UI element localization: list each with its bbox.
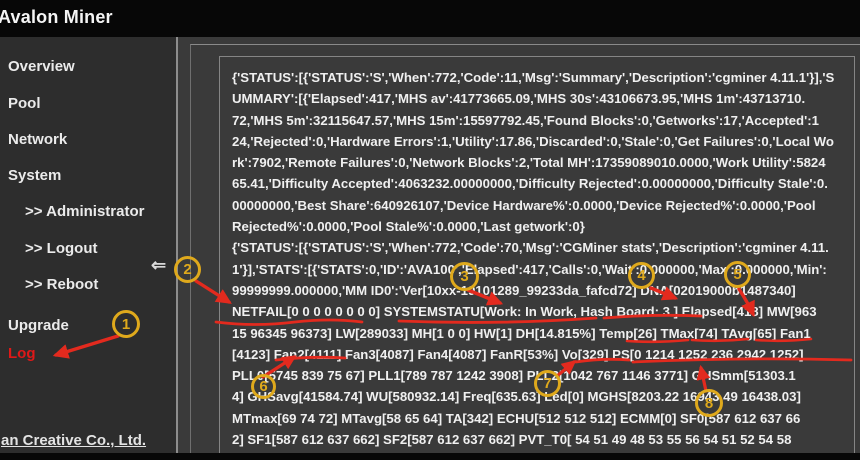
log-line: NETFAIL[0 0 0 0 0 0 0 0] SYSTEMSTATU[Wor…	[232, 301, 852, 322]
sidebar-item-log[interactable]: Log	[8, 345, 36, 362]
log-line: 1'}],'STATS':[{'STATS':0,'ID':'AVA100','…	[232, 259, 852, 280]
log-line: PLL0[5745 839 75 67] PLL1[789 787 1242 3…	[232, 365, 852, 386]
log-line: 00000000,'Best Share':640926107,'Device …	[232, 195, 852, 216]
log-box[interactable]: {'STATUS':[{'STATUS':'S','When':772,'Cod…	[219, 56, 855, 460]
bottom-bar	[0, 453, 860, 460]
sidebar-item-upgrade[interactable]: Upgrade	[8, 317, 69, 334]
log-line: {'STATUS':[{'STATUS':'S','When':772,'Cod…	[232, 67, 852, 88]
top-bar: Avalon Miner	[0, 0, 860, 37]
sidebar-item-overview[interactable]: Overview	[8, 58, 75, 75]
log-line: [4123] Fan2[4111] Fan3[4087] Fan4[4087] …	[232, 344, 852, 365]
sidebar-item-pool[interactable]: Pool	[8, 95, 41, 112]
log-line: MTmax[69 74 72] MTavg[58 65 64] TA[342] …	[232, 408, 852, 429]
sidebar-item-system[interactable]: System	[8, 167, 61, 184]
sidebar: Overview Pool Network System >> Administ…	[0, 37, 176, 453]
sidebar-divider	[176, 37, 178, 453]
log-line: 4] GHSavg[41584.74] WU[580932.14] Freq[6…	[232, 386, 852, 407]
log-line: rk':7902,'Remote Failures':0,'Network Bl…	[232, 152, 852, 173]
log-line: 15 96345 96373] LW[289033] MH[1 0 0] HW[…	[232, 323, 852, 344]
log-line: Rejected%':0.0000,'Pool Stale%':0.0000,'…	[232, 216, 852, 237]
log-line: 99999999.000000,'MM ID0':'Ver[10xx-19101…	[232, 280, 852, 301]
sidebar-item-reboot[interactable]: >> Reboot	[25, 276, 98, 293]
log-line: 65.41,'Difficulty Accepted':4063232.0000…	[232, 173, 852, 194]
sidebar-item-logout[interactable]: >> Logout	[25, 240, 98, 257]
sidebar-item-network[interactable]: Network	[8, 131, 67, 148]
app-title: Avalon Miner	[0, 7, 113, 28]
log-line: 2] SF1[587 612 637 662] SF2[587 612 637 …	[232, 429, 852, 450]
log-line: {'STATUS':[{'STATUS':'S','When':772,'Cod…	[232, 237, 852, 258]
sidebar-footer-link[interactable]: an Creative Co., Ltd.	[1, 432, 146, 449]
sidebar-item-administrator[interactable]: >> Administrator	[25, 203, 144, 220]
log-line: UMMARY':[{'Elapsed':417,'MHS av':4177366…	[232, 88, 852, 109]
log-line: 72,'MHS 5m':32115647.57,'MHS 15m':155977…	[232, 110, 852, 131]
log-line: 24,'Rejected':0,'Hardware Errors':1,'Uti…	[232, 131, 852, 152]
